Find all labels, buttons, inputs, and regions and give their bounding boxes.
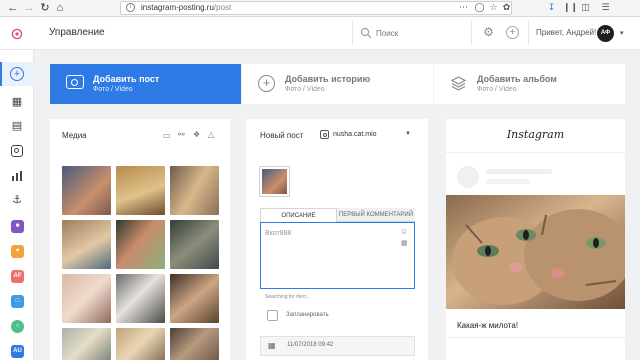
media-thumb[interactable] xyxy=(170,274,219,323)
extension-icon[interactable]: ✿ xyxy=(501,2,512,13)
media-thumb[interactable] xyxy=(116,274,165,323)
media-thumb[interactable] xyxy=(62,274,111,323)
sidebar-item-calendar[interactable]: ▦ xyxy=(10,95,24,109)
sidebar-item-structure[interactable]: ⚓ xyxy=(10,193,24,207)
preview-image xyxy=(446,195,625,309)
sidebar-app-profile[interactable]: ■ xyxy=(11,220,24,233)
page-title: Управление xyxy=(49,27,105,38)
media-thumb[interactable] xyxy=(116,166,165,215)
sidebar-item-grid[interactable]: ▤ xyxy=(10,119,24,133)
add-album-title: Добавить альбом xyxy=(477,74,557,84)
layers-icon xyxy=(450,75,467,92)
caption-text: Вкот888 xyxy=(265,230,292,237)
library-icon[interactable]: ❙❙ xyxy=(563,2,578,13)
add-post-button[interactable]: Добавить пост Фото / Video xyxy=(50,64,241,104)
tab-description[interactable]: ОПИСАНИЕ xyxy=(260,208,337,222)
sidebar-toggle-icon[interactable]: ◫ xyxy=(580,2,591,13)
new-post-title: Новый пост xyxy=(260,131,304,140)
sidebar-app-af[interactable]: AF xyxy=(11,270,24,283)
media-thumb[interactable] xyxy=(62,328,111,360)
camera-icon xyxy=(66,75,84,89)
preview-divider xyxy=(446,337,625,338)
media-thumb[interactable] xyxy=(170,220,219,269)
download-icon[interactable]: ↧ xyxy=(546,2,557,13)
header-divider xyxy=(352,21,353,45)
add-story-title: Добавить историю xyxy=(285,74,371,84)
sidebar-app-au[interactable]: AU xyxy=(11,345,24,358)
media-thumb[interactable] xyxy=(170,166,219,215)
sidebar-item-add-post[interactable]: + xyxy=(10,67,24,81)
hashtag-hint: Searching for #кот... xyxy=(265,294,310,300)
url-text: instagram-posting.ru/post xyxy=(141,2,231,14)
home-icon[interactable]: ⌂ xyxy=(53,1,67,15)
back-icon[interactable]: ← xyxy=(6,1,20,15)
url-host: instagram-posting.ru xyxy=(141,3,214,12)
avatar[interactable]: АФ xyxy=(597,25,614,42)
greeting-text: Привет, Андрей! xyxy=(536,28,597,37)
url-path: /post xyxy=(213,3,232,12)
sidebar-app-chat[interactable]: □ xyxy=(11,295,24,308)
add-story-subtitle: Фото / Video xyxy=(285,86,325,93)
calendar-icon: ▦ xyxy=(268,341,276,350)
preview-avatar xyxy=(457,166,479,188)
gear-icon[interactable]: ⚙ xyxy=(482,26,495,39)
pocket-icon[interactable]: ◯ xyxy=(474,2,485,13)
sidebar-item-stats[interactable] xyxy=(11,169,23,181)
dropbox-icon[interactable]: ❖ xyxy=(193,130,200,139)
preview-meta-placeholder xyxy=(486,179,530,184)
add-circle-icon: + xyxy=(258,75,275,92)
tab-first-comment[interactable]: ПЕРВЫЙ КОММЕНТАРИЙ xyxy=(337,208,415,222)
brand-logo[interactable] xyxy=(11,27,23,40)
info-icon[interactable]: i xyxy=(126,3,135,12)
sidebar-item-instagram[interactable] xyxy=(11,145,23,157)
schedule-checkbox[interactable] xyxy=(267,310,278,321)
add-album-subtitle: Фото / Video xyxy=(477,86,517,93)
date-field[interactable] xyxy=(260,336,415,356)
selected-media-thumb[interactable] xyxy=(259,166,290,197)
forward-icon[interactable]: → xyxy=(22,1,36,15)
more-icon[interactable]: ⋯ xyxy=(458,2,469,13)
header-divider xyxy=(528,21,529,45)
grid-icon[interactable]: ▦ xyxy=(401,239,408,247)
search-input[interactable] xyxy=(376,27,466,40)
instagram-logo: Instagram xyxy=(506,128,565,141)
chevron-down-icon[interactable]: ▼ xyxy=(405,131,411,137)
preview-caption: Какая-ж милота! xyxy=(457,321,519,330)
media-title: Медиа xyxy=(62,131,87,140)
reload-icon[interactable]: ↻ xyxy=(38,1,52,15)
add-album-button[interactable]: Добавить альбом Фото / Video xyxy=(434,64,625,104)
account-name: nusha.cat.mio xyxy=(333,131,377,138)
add-circle-icon[interactable]: + xyxy=(506,26,519,39)
drive-icon[interactable]: △ xyxy=(208,130,214,139)
emoji-icon[interactable]: ☺ xyxy=(400,227,408,236)
media-thumb[interactable] xyxy=(116,220,165,269)
sidebar-app-support[interactable]: ○ xyxy=(11,320,24,333)
sidebar-app-likes[interactable]: ♥ xyxy=(11,245,24,258)
add-story-button[interactable]: + Добавить историю Фото / Video xyxy=(242,64,433,104)
star-icon[interactable]: ☆ xyxy=(488,2,499,13)
media-thumb[interactable] xyxy=(116,328,165,360)
laptop-icon[interactable]: ▭ xyxy=(163,131,171,140)
preview-name-placeholder xyxy=(486,169,552,174)
instagram-icon xyxy=(320,130,329,139)
header-divider xyxy=(471,21,472,45)
schedule-label: Запланировать xyxy=(286,312,329,318)
app-menu-icon[interactable]: ☰ xyxy=(600,2,611,13)
add-post-subtitle: Фото / Video xyxy=(93,86,133,93)
search-icon[interactable] xyxy=(360,26,372,39)
media-thumb[interactable] xyxy=(62,220,111,269)
add-post-title: Добавить пост xyxy=(93,74,160,84)
link-icon[interactable]: ⚯ xyxy=(178,130,185,139)
media-thumb[interactable] xyxy=(170,328,219,360)
preview-divider xyxy=(446,152,625,153)
chevron-down-icon[interactable]: ▾ xyxy=(620,29,624,37)
media-thumb[interactable] xyxy=(62,166,111,215)
date-value: 11/07/2018 09:42 xyxy=(287,342,334,348)
